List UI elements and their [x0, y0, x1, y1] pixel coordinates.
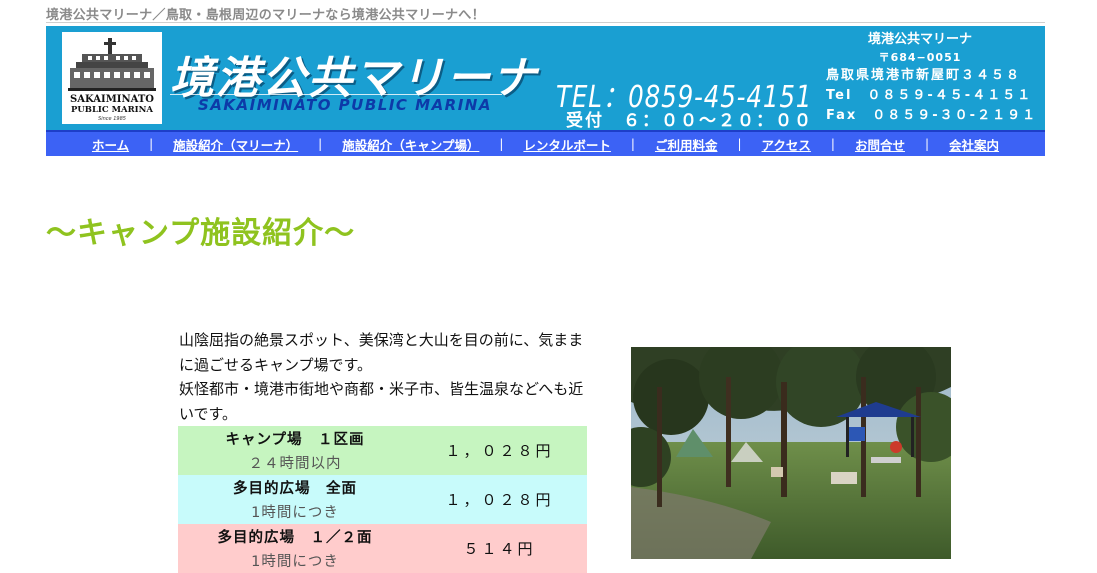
contact-fax: Fax ０８５９-３０-２１９１ [826, 108, 1038, 123]
nav-separator: | [499, 137, 504, 151]
logo-line-1: SAKAIMINATO [70, 94, 154, 105]
intro-paragraph-1: 山陰屈指の絶景スポット、美保湾と大山を目の前に、気ままに過ごせるキャンプ場です。 [179, 331, 584, 374]
price-item: 多目的広場 １／２面 1時間につき [178, 524, 412, 573]
nav-facility-camp[interactable]: 施設紹介（キャンプ場） [342, 135, 479, 154]
nav-separator: | [830, 137, 835, 151]
campsite-photo-image [631, 347, 951, 559]
intro-text: 山陰屈指の絶景スポット、美保湾と大山を目の前に、気ままに過ごせるキャンプ場です。… [179, 328, 589, 426]
logo-line-3: Since 1985 [98, 116, 126, 122]
nav-separator: | [318, 137, 323, 151]
brand-underline [170, 94, 502, 95]
marina-logo[interactable]: SAKAIMINATO PUBLIC MARINA Since 1985 [62, 32, 162, 124]
price-value: ５１４円 [463, 540, 536, 558]
price-value: １，０２８円 [445, 491, 554, 509]
contact-zip: 〒684−0051 [878, 51, 962, 64]
nav-home[interactable]: ホーム [92, 135, 129, 154]
nav-rental-boat[interactable]: レンタルボート [523, 135, 611, 154]
nav-facility-marina[interactable]: 施設紹介（マリーナ） [173, 135, 298, 154]
site-header: SAKAIMINATO PUBLIC MARINA Since 1985 境港公… [46, 26, 1045, 131]
price-value: １，０２８円 [445, 442, 554, 460]
nav-separator: | [149, 137, 154, 151]
main-nav: ホーム | 施設紹介（マリーナ） | 施設紹介（キャンプ場） | レンタルボート… [46, 130, 1045, 156]
contact-info: 境港公共マリーナ 〒684−0051 鳥取県境港市新屋町３４５８ Tel ０８５… [826, 30, 1038, 126]
brand-subtitle: SAKAIMINATO PUBLIC MARINA [198, 96, 492, 114]
nav-company[interactable]: 会社案内 [949, 135, 999, 154]
contact-tel: Tel ０８５９-４５-４１５１ [826, 88, 1033, 103]
page-title: 〜キャンプ施設紹介〜 [46, 216, 356, 251]
price-item-unit: 1時間につき [251, 505, 339, 521]
nav-separator: | [737, 137, 742, 151]
nav-contact[interactable]: お問合せ [855, 135, 905, 154]
nav-access[interactable]: アクセス [762, 135, 811, 154]
contact-address: 鳥取県境港市新屋町３４５８ [826, 68, 1022, 83]
price-item-name: 多目的広場 全面 [233, 481, 357, 497]
price-item: 多目的広場 全面 1時間につき [178, 475, 412, 524]
price-item: キャンプ場 １区画 ２４時間以内 [178, 426, 412, 475]
nav-separator: | [630, 137, 635, 151]
top-divider [46, 22, 1045, 23]
business-hours: 受付 ６：００〜２０：００ [566, 111, 813, 131]
nav-fees[interactable]: ご利用料金 [655, 135, 718, 154]
nav-separator: | [924, 137, 930, 151]
site-tagline: 境港公共マリーナ／鳥取・島根周辺のマリーナなら境港公共マリーナへ！ [46, 8, 485, 23]
price-item-unit: 1時間につき [251, 554, 339, 570]
ship-building-icon [68, 38, 156, 91]
price-table: キャンプ場 １区画 ２４時間以内 １，０２８円 多目的広場 全面 1時間につき … [178, 426, 587, 573]
intro-paragraph-2: 妖怪都市・境港市街地や商都・米子市、皆生温泉などへも近いです。 [179, 380, 584, 423]
table-row: 多目的広場 全面 1時間につき １，０２８円 [178, 475, 587, 524]
table-row: 多目的広場 １／２面 1時間につき ５１４円 [178, 524, 587, 573]
campsite-photo [631, 347, 951, 559]
price-item-unit: ２４時間以内 [248, 456, 342, 472]
table-row: キャンプ場 １区画 ２４時間以内 １，０２８円 [178, 426, 587, 475]
price-item-name: 多目的広場 １／２面 [217, 530, 373, 546]
logo-line-2: PUBLIC MARINA [70, 105, 154, 115]
price-item-name: キャンプ場 １区画 [225, 432, 365, 448]
contact-name: 境港公共マリーナ [867, 32, 972, 47]
